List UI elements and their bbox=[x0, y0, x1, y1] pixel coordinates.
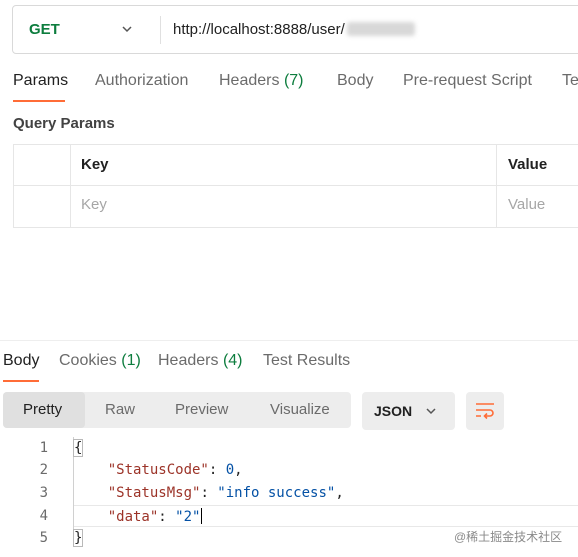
watermark: @稀土掘金技术社区 bbox=[454, 530, 563, 544]
param-value-input[interactable]: Value bbox=[508, 196, 545, 213]
tab-params[interactable]: Params bbox=[13, 72, 68, 90]
line-number: 2 bbox=[39, 462, 48, 478]
response-tab-cookies[interactable]: Cookies (1) bbox=[59, 352, 141, 370]
column-header-value: Value bbox=[508, 156, 548, 173]
tab-tests-truncated[interactable]: Te bbox=[562, 72, 578, 90]
tab-pre-request-script[interactable]: Pre-request Script bbox=[403, 72, 532, 90]
code-line: "StatusCode": 0, bbox=[107, 462, 243, 478]
response-tab-body[interactable]: Body bbox=[3, 352, 39, 370]
active-tab-indicator bbox=[3, 380, 39, 382]
query-params-table: Key Value Key Value bbox=[13, 144, 578, 228]
response-headers-count: (4) bbox=[222, 352, 243, 369]
json-key: "StatusMsg" bbox=[107, 485, 201, 501]
chevron-down-icon bbox=[426, 408, 436, 415]
view-mode-raw[interactable]: Raw bbox=[105, 392, 135, 428]
tab-headers[interactable]: Headers (7) bbox=[219, 72, 304, 90]
code-line: "data": "2" bbox=[107, 508, 203, 525]
json-close-brace: } bbox=[72, 529, 84, 547]
request-bar: GET http://localhost:8888/user/ bbox=[12, 5, 578, 54]
code-line: "StatusMsg": "info success", bbox=[107, 485, 344, 501]
line-number: 3 bbox=[39, 485, 48, 501]
tab-authorization[interactable]: Authorization bbox=[95, 72, 188, 90]
wrap-lines-icon bbox=[476, 403, 494, 420]
format-label: JSON bbox=[374, 403, 413, 419]
json-value: "info success" bbox=[217, 485, 336, 501]
column-header-key: Key bbox=[81, 156, 109, 173]
text-cursor bbox=[201, 508, 203, 524]
line-number: 5 bbox=[39, 530, 48, 546]
headers-count: (7) bbox=[283, 72, 304, 89]
response-tab-test-results[interactable]: Test Results bbox=[263, 352, 350, 370]
json-value: "2" bbox=[175, 509, 201, 525]
query-params-title: Query Params bbox=[13, 115, 115, 132]
json-key: "StatusCode" bbox=[107, 462, 209, 478]
view-mode-preview[interactable]: Preview bbox=[175, 392, 228, 428]
view-mode-visualize[interactable]: Visualize bbox=[270, 392, 330, 428]
json-key: "data" bbox=[107, 509, 159, 525]
table-divider bbox=[496, 145, 497, 227]
response-tab-headers[interactable]: Headers (4) bbox=[158, 352, 243, 370]
divider bbox=[160, 16, 161, 44]
cookies-count: (1) bbox=[121, 352, 141, 369]
json-open-brace: { bbox=[72, 439, 84, 457]
chevron-down-icon[interactable] bbox=[121, 23, 133, 35]
url-input[interactable]: http://localhost:8888/user/ bbox=[173, 6, 415, 53]
line-number: 1 bbox=[39, 440, 48, 456]
table-divider bbox=[70, 145, 71, 227]
code-line: { bbox=[72, 439, 84, 457]
line-number: 4 bbox=[39, 508, 48, 524]
tab-body[interactable]: Body bbox=[337, 72, 373, 90]
param-key-input[interactable]: Key bbox=[81, 196, 107, 213]
active-tab-indicator bbox=[13, 100, 65, 102]
redacted-url-segment bbox=[346, 22, 415, 36]
code-line: } bbox=[72, 529, 84, 547]
url-text: http://localhost:8888/user/ bbox=[173, 21, 345, 38]
view-mode-pretty[interactable]: Pretty bbox=[23, 392, 62, 428]
json-value: 0 bbox=[225, 462, 235, 478]
method-select[interactable]: GET bbox=[29, 6, 60, 53]
response-separator bbox=[0, 340, 578, 341]
table-divider bbox=[14, 185, 578, 186]
